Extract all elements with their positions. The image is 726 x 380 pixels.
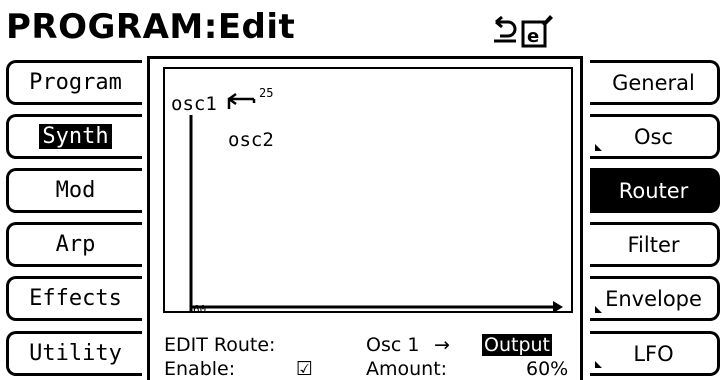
tab-label: Mod xyxy=(55,178,96,203)
tab-label: Utility xyxy=(29,341,122,366)
tab-label: Osc xyxy=(633,124,674,149)
tab-envelope[interactable]: Envelope xyxy=(590,276,720,321)
router-graph xyxy=(189,92,563,313)
route-source: Osc 1 xyxy=(366,334,420,356)
route-level-marker: 60 xyxy=(193,303,207,316)
corner-marker-icon xyxy=(595,306,602,313)
tab-effects[interactable]: Effects xyxy=(6,276,142,321)
tab-general[interactable]: General xyxy=(590,60,720,105)
corner-marker-icon xyxy=(595,361,602,368)
tab-utility[interactable]: Utility xyxy=(6,331,142,376)
route-amount-marker: 25 xyxy=(259,86,274,100)
tab-label: General xyxy=(612,70,695,95)
router-node-osc2[interactable]: osc2 xyxy=(228,129,274,151)
tab-mod[interactable]: Mod xyxy=(6,168,142,213)
tab-osc[interactable]: Osc xyxy=(590,114,720,159)
amount-value[interactable]: 60% xyxy=(526,358,568,380)
router-node-osc1[interactable]: osc1 xyxy=(171,93,217,115)
edit-document-icon[interactable]: e xyxy=(520,12,554,48)
tab-label: Synth xyxy=(39,124,112,149)
route-arrow-icon: → xyxy=(434,334,450,356)
tab-filter[interactable]: Filter xyxy=(590,222,720,267)
enable-label: Enable: xyxy=(164,358,236,380)
tab-synth[interactable]: Synth xyxy=(6,114,142,159)
tab-label: Effects xyxy=(29,286,122,311)
enable-line: Enable: ☑ Amount: 60% xyxy=(164,358,568,380)
page-title: PROGRAM:Edit xyxy=(6,7,296,47)
tab-label: Router xyxy=(618,178,689,203)
tab-label: Envelope xyxy=(605,286,702,311)
tab-label: Filter xyxy=(627,232,680,257)
edit-route-label: EDIT Route: xyxy=(164,334,276,356)
corner-marker-icon xyxy=(595,144,602,151)
svg-text:e: e xyxy=(527,26,539,47)
tab-program[interactable]: Program xyxy=(6,60,142,105)
amount-label: Amount: xyxy=(366,358,448,380)
tab-lfo[interactable]: LFO xyxy=(590,331,720,376)
tab-label: Program xyxy=(29,70,122,95)
tab-label: Arp xyxy=(55,232,96,257)
route-arrow-icon xyxy=(227,92,254,109)
output-arrow-icon xyxy=(553,301,563,313)
enable-checkbox[interactable]: ☑ xyxy=(296,358,313,380)
tab-label: LFO xyxy=(633,341,674,366)
tab-router[interactable]: Router xyxy=(590,168,720,213)
route-destination[interactable]: Output xyxy=(482,334,552,356)
tab-arp[interactable]: Arp xyxy=(6,222,142,267)
undo-icon[interactable] xyxy=(492,14,518,44)
edit-route-line: EDIT Route: Osc 1 → Output xyxy=(164,334,552,356)
